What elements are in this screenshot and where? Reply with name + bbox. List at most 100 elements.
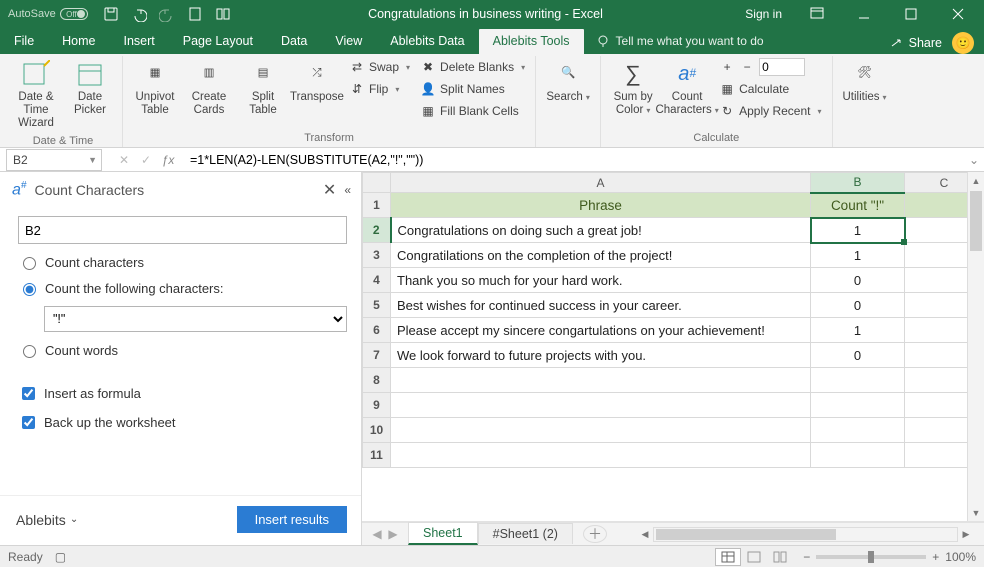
utilities-button[interactable]: 🛠Utilities [839, 56, 891, 106]
tab-ablebits-data[interactable]: Ablebits Data [376, 29, 478, 54]
smiley-icon[interactable]: 🙂 [952, 32, 974, 54]
zoom-slider[interactable]: − + 100% [803, 550, 976, 564]
zoom-in-icon[interactable]: + [932, 550, 939, 564]
tab-ablebits-tools[interactable]: Ablebits Tools [479, 29, 584, 54]
new-icon[interactable] [182, 2, 208, 26]
opt-count-following[interactable]: Count the following characters: [18, 280, 347, 296]
sheet-nav-prev-icon[interactable]: ◀ [370, 527, 384, 541]
collapse-panel-icon[interactable]: « [344, 183, 351, 197]
close-icon[interactable] [935, 0, 980, 28]
col-header-A[interactable]: A [391, 173, 811, 193]
chk-insert-as-formula[interactable]: Insert as formula [18, 384, 347, 403]
scroll-up-icon[interactable]: ▲ [968, 172, 984, 189]
add-sheet-button[interactable]: ＋ [583, 525, 607, 543]
apply-recent-button[interactable]: ↻Apply Recent [715, 100, 825, 122]
sheet-nav-next-icon[interactable]: ▶ [386, 527, 400, 541]
ablebits-brand-link[interactable]: Ablebits ⌄ [16, 512, 78, 528]
date-picker-button[interactable]: Date Picker [64, 56, 116, 119]
tab-data[interactable]: Data [267, 29, 321, 54]
row-header-1[interactable]: 1 [363, 193, 391, 218]
sign-in-link[interactable]: Sign in [735, 7, 792, 21]
sheet-tab-sheet1-copy[interactable]: #Sheet1 (2) [478, 523, 573, 544]
ribbon-display-options-icon[interactable] [794, 0, 839, 28]
tell-me-search[interactable]: Tell me what you want to do [584, 28, 776, 54]
tab-file[interactable]: File [0, 29, 48, 54]
insert-results-button[interactable]: Insert results [237, 506, 347, 533]
swap-button[interactable]: ⇄Swap [345, 56, 414, 78]
opt-count-words[interactable]: Count words [18, 342, 347, 358]
touch-mode-icon[interactable] [210, 2, 236, 26]
cell-A6[interactable]: Please accept my sincere congartulations… [391, 318, 811, 343]
undo-icon[interactable] [126, 2, 152, 26]
inline-controls[interactable]: +− [715, 56, 825, 78]
row-header-11[interactable]: 11 [363, 443, 391, 468]
count-characters-button[interactable]: a#Count Characters [661, 56, 713, 119]
characters-select[interactable]: "!" [44, 306, 347, 332]
row-header-8[interactable]: 8 [363, 368, 391, 393]
name-box[interactable]: B2 ▼ [6, 149, 102, 171]
scroll-thumb[interactable] [970, 191, 982, 251]
tab-view[interactable]: View [321, 29, 376, 54]
share-button[interactable]: Share [884, 33, 948, 53]
zoom-knob[interactable] [868, 551, 874, 563]
row-header-2[interactable]: 2 [363, 218, 391, 243]
page-break-view-icon[interactable] [767, 548, 793, 566]
fx-icon[interactable]: ƒx [158, 153, 178, 167]
cell-B6[interactable]: 1 [811, 318, 905, 343]
sum-by-color-button[interactable]: ∑Sum by Color [607, 56, 659, 119]
formula-input[interactable] [184, 153, 964, 167]
date-time-wizard-button[interactable]: Date & Time Wizard [10, 56, 62, 133]
minimize-icon[interactable] [841, 0, 886, 28]
chk-backup-worksheet[interactable]: Back up the worksheet [18, 413, 347, 432]
cell-A3[interactable]: Congratilations on the completion of the… [391, 243, 811, 268]
unpivot-table-button[interactable]: ▦Unpivot Table [129, 56, 181, 119]
delete-blanks-button[interactable]: ✖Delete Blanks [416, 56, 529, 78]
scroll-down-icon[interactable]: ▼ [968, 504, 984, 521]
row-header-6[interactable]: 6 [363, 318, 391, 343]
cancel-formula-icon[interactable]: ✕ [114, 153, 134, 167]
zoom-level[interactable]: 100% [945, 550, 976, 564]
cell-A1[interactable]: Phrase [391, 193, 811, 218]
scroll-left-icon[interactable]: ◀ [637, 529, 653, 540]
autosave-toggle[interactable]: AutoSave Off [8, 8, 88, 20]
hscroll-thumb[interactable] [656, 529, 836, 540]
cell-A5[interactable]: Best wishes for continued success in you… [391, 293, 811, 318]
sheet-tab-sheet1[interactable]: Sheet1 [408, 522, 478, 545]
select-all-corner[interactable] [363, 173, 391, 193]
page-layout-view-icon[interactable] [741, 548, 767, 566]
normal-view-icon[interactable] [715, 548, 741, 566]
cell-A2[interactable]: Congratulations on doing such a great jo… [391, 218, 811, 243]
tab-page-layout[interactable]: Page Layout [169, 29, 267, 54]
save-icon[interactable] [98, 2, 124, 26]
redo-icon[interactable] [154, 2, 180, 26]
col-header-B[interactable]: B [811, 173, 905, 193]
split-table-button[interactable]: ▤Split Table [237, 56, 289, 119]
cell-B7[interactable]: 0 [811, 343, 905, 368]
row-header-9[interactable]: 9 [363, 393, 391, 418]
row-header-7[interactable]: 7 [363, 343, 391, 368]
tab-home[interactable]: Home [48, 29, 109, 54]
close-panel-icon[interactable]: ✕ [323, 180, 336, 200]
maximize-icon[interactable] [888, 0, 933, 28]
fill-blank-cells-button[interactable]: ▦Fill Blank Cells [416, 100, 529, 122]
range-input[interactable] [18, 216, 347, 244]
search-button[interactable]: 🔍Search [542, 56, 594, 106]
row-header-4[interactable]: 4 [363, 268, 391, 293]
transpose-button[interactable]: ⤮Transpose [291, 56, 343, 106]
row-header-3[interactable]: 3 [363, 243, 391, 268]
flip-button[interactable]: ⇵Flip [345, 78, 414, 100]
row-header-5[interactable]: 5 [363, 293, 391, 318]
cell-B4[interactable]: 0 [811, 268, 905, 293]
opt-count-characters[interactable]: Count characters [18, 254, 347, 270]
cell-B5[interactable]: 0 [811, 293, 905, 318]
expand-formula-bar-icon[interactable]: ⌄ [964, 153, 984, 167]
calculate-button[interactable]: ▦Calculate [715, 78, 825, 100]
macro-recorder-icon[interactable]: ▢ [55, 550, 66, 564]
cell-B1[interactable]: Count "!" [811, 193, 905, 218]
cell-B2[interactable]: 1 [811, 218, 905, 243]
cell-A7[interactable]: We look forward to future projects with … [391, 343, 811, 368]
vertical-scrollbar[interactable]: ▲ ▼ [967, 172, 984, 521]
spreadsheet-grid[interactable]: A B C 1 Phrase Count "!" 2 Congratulatio… [362, 172, 984, 468]
scroll-right-icon[interactable]: ▶ [958, 529, 974, 540]
accept-formula-icon[interactable]: ✓ [136, 153, 156, 167]
